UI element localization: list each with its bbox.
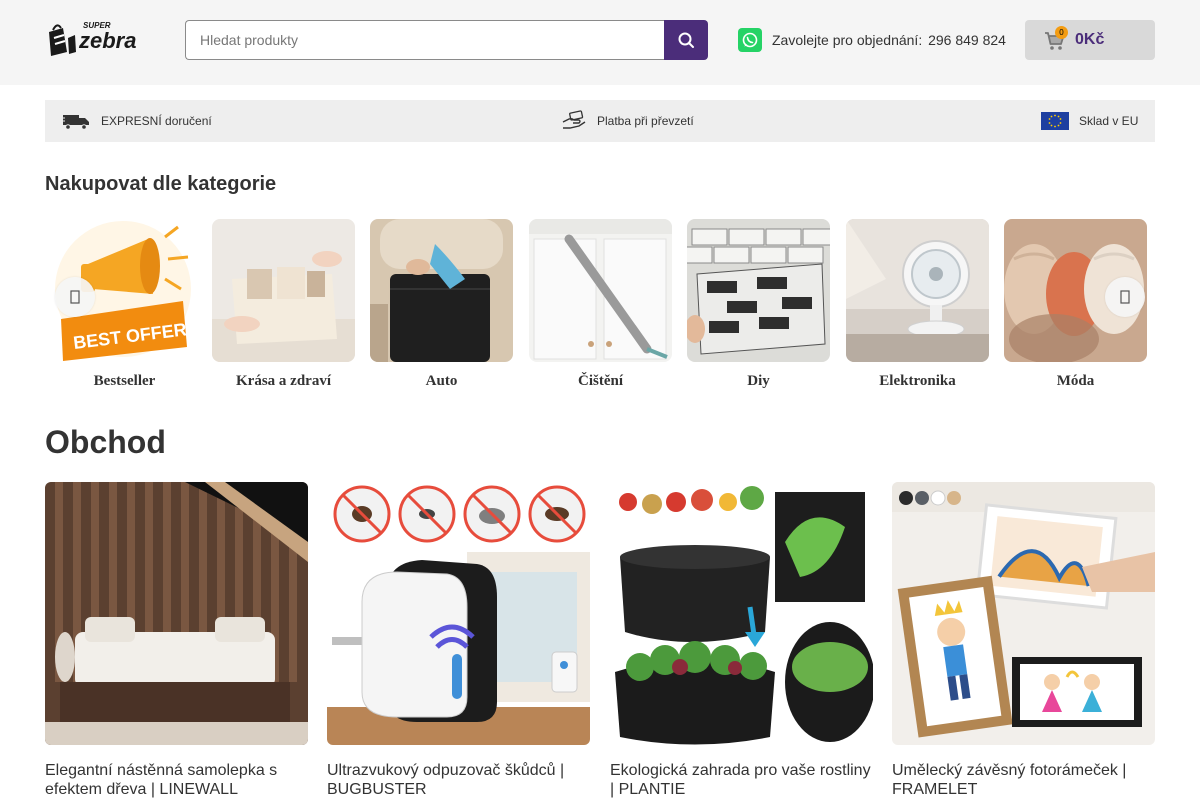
product-name[interactable]: Umělecký závěsný fotorámeček | FRAMELET <box>892 761 1155 799</box>
cart-button[interactable]: 0 0Kč <box>1025 20 1155 60</box>
category-label: Diy <box>747 373 770 389</box>
site-header: SUPER zebra Zavolejte pro objednání: 296… <box>0 0 1200 85</box>
categories-heading: Nakupovat dle kategorie <box>45 173 277 195</box>
search-icon <box>678 32 695 48</box>
product-image <box>327 482 590 745</box>
site-logo[interactable]: SUPER zebra <box>45 18 150 60</box>
info-eu-warehouse: Sklad v EU <box>1041 100 1138 142</box>
cart-count-badge: 0 <box>1055 26 1068 39</box>
category-label: Móda <box>1056 373 1095 389</box>
category-beauty-health[interactable]: Krása a zdraví <box>212 219 355 394</box>
category-carousel: BEST OFFER Bestseller Krása a zdraví Aut… <box>45 219 1155 394</box>
category-label: Elektronika <box>879 373 956 389</box>
product-name[interactable]: Elegantní nástěnná samolepka s efektem d… <box>45 761 308 799</box>
product-card-plantie[interactable]: Ekologická zahrada pro vaše rostliny | P… <box>610 482 873 800</box>
category-label: Auto <box>425 373 458 389</box>
category-cleaning[interactable]: Čištění <box>529 219 672 394</box>
category-auto[interactable]: Auto <box>370 219 513 394</box>
truck-icon <box>61 115 89 130</box>
search-bar <box>185 20 708 60</box>
info-label: Sklad v EU <box>1079 114 1139 128</box>
product-card-bugbuster[interactable]: Ultrazvukový odpuzovač škůdců | BUGBUSTE… <box>327 482 590 800</box>
info-label: EXPRESNÍ doručení <box>101 114 212 128</box>
category-diy[interactable]: Diy <box>687 219 830 394</box>
zebra-logo-icon: SUPER zebra <box>49 21 136 56</box>
product-name[interactable]: Ultrazvukový odpuzovač škůdců | BUGBUSTE… <box>327 761 590 799</box>
product-image <box>610 482 873 745</box>
category-image <box>212 219 355 362</box>
shop-heading: Obchod <box>45 424 166 460</box>
info-express-delivery: EXPRESNÍ doručení <box>61 100 212 142</box>
category-label: Čištění <box>578 373 623 389</box>
category-image <box>370 219 513 362</box>
info-cash-on-delivery: Platba při převzetí <box>561 100 694 142</box>
product-card-framelet[interactable]: Umělecký závěsný fotorámeček | FRAMELET <box>892 482 1155 800</box>
carousel-next-button[interactable] <box>1105 277 1145 317</box>
product-name[interactable]: Ekologická zahrada pro vaše rostliny | P… <box>610 761 873 799</box>
order-label: Zavolejte pro objednání: <box>772 32 923 48</box>
phone-number[interactable]: 296 849 824 <box>928 32 1006 48</box>
hand-money-icon <box>562 110 586 129</box>
info-label: Platba při převzetí <box>597 114 694 128</box>
carousel-prev-button[interactable] <box>55 277 95 317</box>
logo-main-text: zebra <box>78 28 136 53</box>
product-grid: Elegantní nástěnná samolepka s efektem d… <box>45 482 1155 800</box>
category-image <box>846 219 989 362</box>
eu-flag-icon <box>1041 112 1069 130</box>
category-electronics[interactable]: Elektronika <box>846 219 989 394</box>
search-input[interactable] <box>185 20 665 60</box>
category-label: Krása a zdraví <box>236 373 331 389</box>
product-image <box>45 482 308 745</box>
order-phone[interactable]: Zavolejte pro objednání: 296 849 824 <box>772 32 1008 48</box>
cart-total: 0Kč <box>1075 31 1105 48</box>
category-image <box>529 219 672 362</box>
chevron-right-icon <box>1120 290 1130 304</box>
category-image <box>687 219 830 362</box>
product-image <box>892 482 1155 745</box>
info-bar: EXPRESNÍ doručení Platba při převzetí Sk… <box>45 100 1155 142</box>
search-button[interactable] <box>664 20 708 60</box>
product-card-linewall[interactable]: Elegantní nástěnná samolepka s efektem d… <box>45 482 308 800</box>
whatsapp-icon[interactable] <box>738 28 762 52</box>
chevron-left-icon <box>70 290 80 304</box>
category-label: Bestseller <box>93 373 156 389</box>
